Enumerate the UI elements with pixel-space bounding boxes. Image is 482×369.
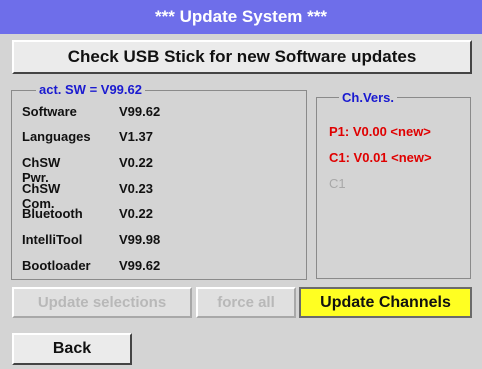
version-label: Languages xyxy=(22,129,91,144)
version-value: V99.62 xyxy=(119,104,161,119)
back-button[interactable]: Back xyxy=(12,333,132,365)
version-value: V0.22 xyxy=(119,206,153,221)
update-system-screen: *** Update System *** Check USB Stick fo… xyxy=(0,0,482,369)
title-bar: *** Update System *** xyxy=(0,0,482,34)
update-selections-button[interactable]: Update selections xyxy=(12,287,192,318)
force-all-button[interactable]: force all xyxy=(196,287,296,318)
version-label: Bootloader xyxy=(22,258,91,273)
version-label: Bluetooth xyxy=(22,206,83,221)
software-version-legend: act. SW = V99.62 xyxy=(36,82,145,97)
version-value: V99.62 xyxy=(119,258,161,273)
version-value: V0.22 xyxy=(119,155,153,170)
version-value: V99.98 xyxy=(119,232,161,247)
version-value: V1.37 xyxy=(119,129,153,144)
update-channels-button[interactable]: Update Channels xyxy=(299,287,472,318)
version-label: IntelliTool xyxy=(22,232,83,247)
channel-item: C1: V0.01 <new> xyxy=(329,150,432,165)
version-label: Software xyxy=(22,104,77,119)
channel-item: C1 xyxy=(329,176,346,191)
channel-version-legend: Ch.Vers. xyxy=(339,90,398,105)
channel-item: P1: V0.00 <new> xyxy=(329,124,431,139)
check-usb-button[interactable]: Check USB Stick for new Software updates xyxy=(12,40,472,74)
version-value: V0.23 xyxy=(119,181,153,196)
